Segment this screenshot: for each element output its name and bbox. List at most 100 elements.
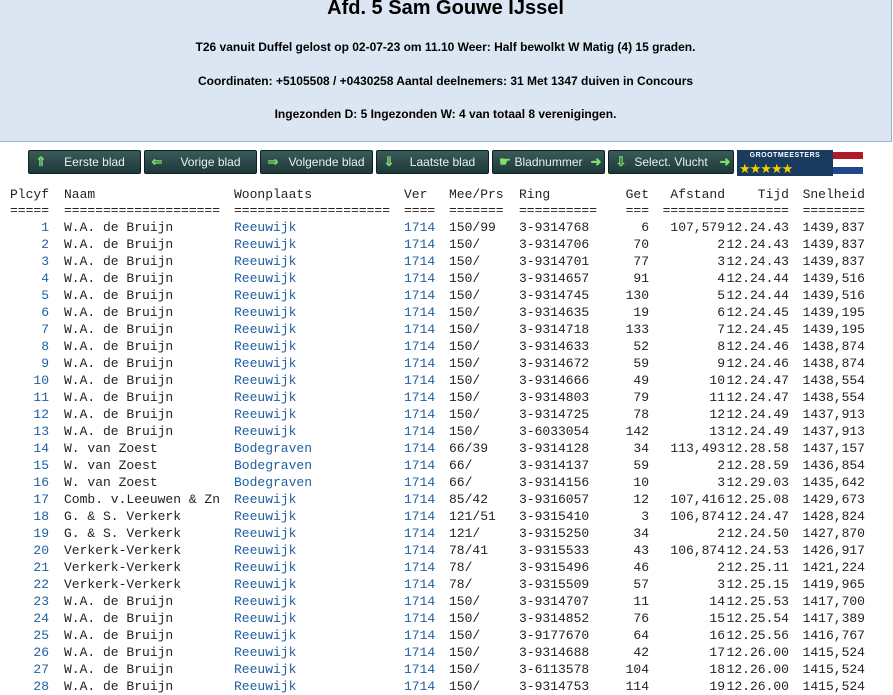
cell-club[interactable]: 1714	[404, 219, 449, 236]
cell-place[interactable]: 18	[0, 508, 64, 525]
cell-club[interactable]: 1714	[404, 542, 449, 559]
cell-city[interactable]: Reeuwijk	[234, 270, 404, 287]
cell-time: 12.24.46	[726, 356, 789, 371]
first-page-button[interactable]: ⇑ Eerste blad	[28, 150, 141, 174]
cell-city[interactable]: Reeuwijk	[234, 678, 404, 695]
cell-place[interactable]: 22	[0, 576, 64, 593]
cell-club[interactable]: 1714	[404, 474, 449, 491]
cell-place[interactable]: 19	[0, 525, 64, 542]
cell-club[interactable]: 1714	[404, 440, 449, 457]
cell-city[interactable]: Reeuwijk	[234, 406, 404, 423]
cell-city[interactable]: Reeuwijk	[234, 236, 404, 253]
cell-place[interactable]: 8	[0, 338, 64, 355]
cell-club[interactable]: 1714	[404, 508, 449, 525]
cell-place[interactable]: 17	[0, 491, 64, 508]
cell-place[interactable]: 2	[0, 236, 64, 253]
cell-city[interactable]: Reeuwijk	[234, 389, 404, 406]
cell-city[interactable]: Reeuwijk	[234, 576, 404, 593]
select-flight-button[interactable]: ⇩ Select. Vlucht ➜	[608, 150, 734, 174]
cell-club[interactable]: 1714	[404, 661, 449, 678]
grootmeesters-logo[interactable]: GROOTMEESTERS ★★★★★	[737, 150, 865, 176]
cell-place[interactable]: 12	[0, 406, 64, 423]
cell-club[interactable]: 1714	[404, 338, 449, 355]
cell-club[interactable]: 1714	[404, 287, 449, 304]
previous-page-button[interactable]: ⇐ Vorige blad	[144, 150, 257, 174]
cell-place[interactable]: 24	[0, 610, 64, 627]
cell-city[interactable]: Reeuwijk	[234, 491, 404, 508]
cell-place[interactable]: 11	[0, 389, 64, 406]
cell-place[interactable]: 6	[0, 304, 64, 321]
cell-club[interactable]: 1714	[404, 525, 449, 542]
cell-club[interactable]: 1714	[404, 270, 449, 287]
cell-place[interactable]: 1	[0, 219, 64, 236]
cell-club[interactable]: 1714	[404, 457, 449, 474]
cell-club[interactable]: 1714	[404, 389, 449, 406]
table-row: 6 W.A. de Bruijn Reeuwijk 1714 150/3-9314635…	[0, 304, 879, 321]
next-page-button[interactable]: ⇒ Volgende blad	[260, 150, 373, 174]
cell-ring: 3-9314156	[519, 475, 590, 490]
cell-club[interactable]: 1714	[404, 593, 449, 610]
cell-club[interactable]: 1714	[404, 236, 449, 253]
cell-club[interactable]: 1714	[404, 491, 449, 508]
cell-place[interactable]: 16	[0, 474, 64, 491]
cell-club[interactable]: 1714	[404, 355, 449, 372]
cell-place[interactable]: 23	[0, 593, 64, 610]
cell-city[interactable]: Bodegraven	[234, 457, 404, 474]
last-page-button[interactable]: ⇓ Laatste blad	[376, 150, 489, 174]
cell-city[interactable]: Reeuwijk	[234, 304, 404, 321]
cell-city[interactable]: Reeuwijk	[234, 423, 404, 440]
cell-club[interactable]: 1714	[404, 372, 449, 389]
cell-city[interactable]: Reeuwijk	[234, 287, 404, 304]
cell-city[interactable]: Reeuwijk	[234, 644, 404, 661]
table-row: 26 W.A. de Bruijn Reeuwijk 1714 150/3-931468…	[0, 644, 879, 661]
cell-city[interactable]: Reeuwijk	[234, 355, 404, 372]
cell-club[interactable]: 1714	[404, 304, 449, 321]
cell-city[interactable]: Reeuwijk	[234, 525, 404, 542]
cell-city[interactable]: Reeuwijk	[234, 559, 404, 576]
cell-place[interactable]: 4	[0, 270, 64, 287]
cell-city[interactable]: Reeuwijk	[234, 321, 404, 338]
cell-time: 12.24.47	[726, 373, 789, 388]
page-number-button[interactable]: ☛ Bladnummer ➜	[492, 150, 605, 174]
cell-place[interactable]: 27	[0, 661, 64, 678]
cell-place[interactable]: 5	[0, 287, 64, 304]
cell-city[interactable]: Reeuwijk	[234, 610, 404, 627]
cell-city[interactable]: Reeuwijk	[234, 593, 404, 610]
cell-club[interactable]: 1714	[404, 406, 449, 423]
cell-place[interactable]: 13	[0, 423, 64, 440]
cell-speed: 1437,913	[802, 407, 865, 422]
cell-place[interactable]: 20	[0, 542, 64, 559]
cell-city[interactable]: Reeuwijk	[234, 253, 404, 270]
cell-place[interactable]: 10	[0, 372, 64, 389]
cell-place[interactable]: 3	[0, 253, 64, 270]
cell-place[interactable]: 14	[0, 440, 64, 457]
cell-club[interactable]: 1714	[404, 678, 449, 695]
cell-city[interactable]: Reeuwijk	[234, 627, 404, 644]
cell-club[interactable]: 1714	[404, 321, 449, 338]
cell-place[interactable]: 28	[0, 678, 64, 695]
cell-city[interactable]: Reeuwijk	[234, 508, 404, 525]
cell-bird: 10	[633, 475, 649, 490]
cell-club[interactable]: 1714	[404, 610, 449, 627]
cell-club[interactable]: 1714	[404, 644, 449, 661]
arrow-right-icon: ⇒	[267, 154, 279, 169]
cell-city[interactable]: Reeuwijk	[234, 372, 404, 389]
cell-city[interactable]: Reeuwijk	[234, 338, 404, 355]
cell-place[interactable]: 25	[0, 627, 64, 644]
cell-city[interactable]: Reeuwijk	[234, 542, 404, 559]
cell-club[interactable]: 1714	[404, 253, 449, 270]
cell-club[interactable]: 1714	[404, 423, 449, 440]
cell-time: 12.25.56	[726, 628, 789, 643]
cell-place[interactable]: 21	[0, 559, 64, 576]
cell-city[interactable]: Reeuwijk	[234, 219, 404, 236]
cell-city[interactable]: Bodegraven	[234, 474, 404, 491]
cell-city[interactable]: Bodegraven	[234, 440, 404, 457]
cell-club[interactable]: 1714	[404, 576, 449, 593]
cell-place[interactable]: 15	[0, 457, 64, 474]
cell-club[interactable]: 1714	[404, 627, 449, 644]
cell-city[interactable]: Reeuwijk	[234, 661, 404, 678]
cell-place[interactable]: 7	[0, 321, 64, 338]
cell-club[interactable]: 1714	[404, 559, 449, 576]
cell-place[interactable]: 9	[0, 355, 64, 372]
cell-place[interactable]: 26	[0, 644, 64, 661]
